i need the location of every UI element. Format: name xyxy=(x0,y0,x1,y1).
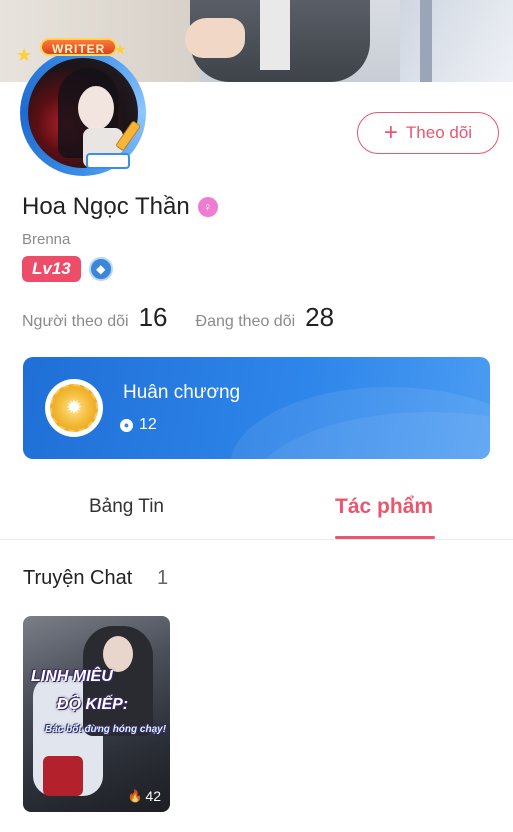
level-badge[interactable]: Lv13 xyxy=(22,256,81,282)
story-subtitle: Bác bốt đừng hóng chạy! xyxy=(45,724,167,735)
following-label[interactable]: Đang theo dõi xyxy=(196,313,296,331)
story-card[interactable]: LINH MIÊU ĐỘ KIẾP: Bác bốt đừng hóng chạ… xyxy=(23,616,170,812)
section-title: Truyện Chat xyxy=(23,567,133,589)
story-title-line1: LINH MIÊU xyxy=(31,668,113,685)
tab-feed[interactable]: Bảng Tin xyxy=(89,496,164,518)
story-title-line2: ĐỘ KIẾP: xyxy=(57,696,129,713)
medal-count: ● 12 xyxy=(120,416,157,434)
story-views-count: 42 xyxy=(145,788,161,804)
followers-label[interactable]: Người theo dõi xyxy=(22,313,129,331)
follow-stats: Người theo dõi 16 Đang theo dõi 28 xyxy=(22,302,362,333)
profile-tabs: Bảng Tin Tác phẩm xyxy=(0,486,513,540)
book-icon xyxy=(86,153,130,169)
name-row: Hoa Ngọc Thần ♀ xyxy=(22,193,218,221)
medal-count-icon: ● xyxy=(120,418,133,432)
profile-name: Hoa Ngọc Thần xyxy=(22,193,190,220)
plus-icon: + xyxy=(383,119,398,146)
profile-username: Brenna xyxy=(22,231,71,248)
story-views: 🔥 42 xyxy=(127,788,161,804)
medal-count-value: 12 xyxy=(139,416,157,433)
followers-count[interactable]: 16 xyxy=(139,302,168,333)
medal-icon: ✹ xyxy=(45,379,103,437)
pen-icon xyxy=(116,121,141,151)
female-icon: ♀ xyxy=(197,197,218,217)
section-count: 1 xyxy=(157,567,169,589)
follow-button[interactable]: + Theo dõi xyxy=(357,112,499,154)
avatar[interactable]: ★ ★ WRITER xyxy=(6,38,156,183)
level-row: Lv13 ◆ xyxy=(22,256,113,282)
water-drop-icon[interactable]: ◆ xyxy=(88,257,113,281)
medal-card[interactable]: ✹ Huân chương ● 12 xyxy=(23,357,490,459)
writer-badge: WRITER xyxy=(40,38,118,56)
fire-icon: 🔥 xyxy=(127,789,143,803)
follow-button-label: Theo dõi xyxy=(405,123,473,142)
tab-works[interactable]: Tác phẩm xyxy=(335,495,433,519)
following-count[interactable]: 28 xyxy=(305,302,334,333)
active-tab-indicator xyxy=(335,536,435,539)
medal-title: Huân chương xyxy=(123,382,241,403)
star-icon: ★ xyxy=(16,45,33,65)
